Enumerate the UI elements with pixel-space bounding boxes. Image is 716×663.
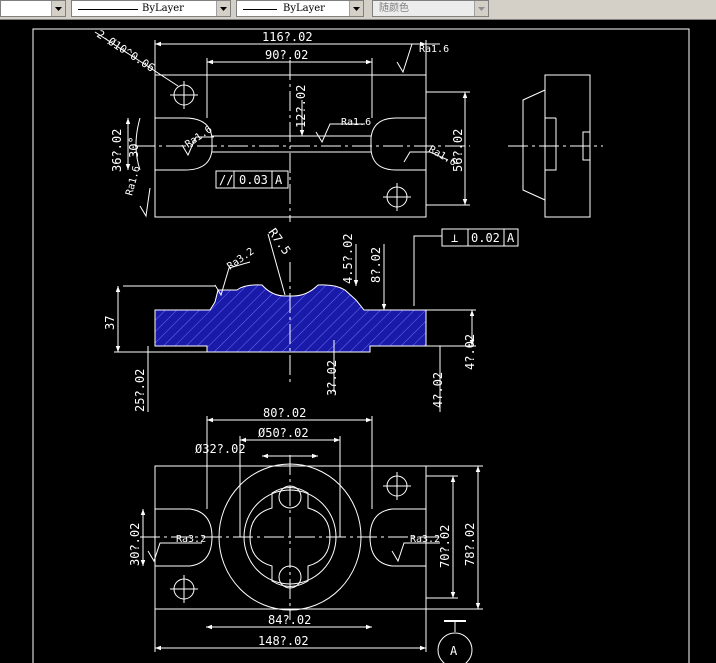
plotstyle-combo[interactable]: 随颜色 [372,0,489,17]
dim-text: 25?.02 [133,369,147,412]
lineweight-combo[interactable]: ByLayer [236,0,364,17]
roughness-text: Ra3.2 [225,246,256,272]
roughness-symbol [391,542,440,563]
dim-text: 3?.02 [325,360,339,396]
drawing-canvas[interactable]: 116?.02 90?.02 12?.02 36?.02 56?.02 30° … [0,20,716,663]
bottom-view-text: 80?.02 Ø50?.02 Ø32?.02 30?.02 70?.02 78?… [128,406,477,658]
hole-callout-text: 2-Ø10^0.06 [94,28,157,75]
roughness-symbol [139,187,151,218]
lineweight-label: ByLayer [283,3,325,14]
dim-text: 4.5?.02 [341,233,355,284]
chevron-down-icon [51,1,65,16]
chevron-down-icon [349,1,363,16]
dim-text: 30° [127,136,141,158]
side-view-slot [545,117,557,171]
chevron-down-icon [474,1,488,16]
dim-text: Ø50?.02 [258,426,309,440]
dim-text: 37 [103,316,117,330]
tolerance-value: 0.02 [471,231,500,245]
left-notch [155,117,213,171]
dim-text: 30?.02 [128,523,142,566]
side-view [508,74,603,218]
dim-text: 116?.02 [262,30,313,44]
dim-text: 70?.02 [438,525,452,568]
properties-toolbar: ByLayer ByLayer 随颜色 [0,0,716,20]
chevron-down-icon [216,1,230,16]
leader-tolerance [413,235,442,306]
lineweight-sample [243,9,277,10]
dim-text: 4?.02 [431,372,445,408]
linetype-sample [78,9,138,10]
dim-text: 80?.02 [263,406,306,420]
dim-text: 36?.02 [110,129,124,172]
tolerance-datum: A [507,231,515,245]
tolerance-symbol: // [219,173,233,187]
linetype-combo[interactable]: ByLayer [71,0,231,17]
roughness-text: Ra1.6 [419,44,449,55]
dim-text: 90?.02 [265,48,308,62]
dim-text: 78?.02 [463,523,477,566]
tolerance-symbol: ⊥ [451,231,458,245]
roughness-text: Ra3.2 [410,534,440,545]
dim-text: 12?.02 [294,85,308,128]
right-notch [370,117,426,171]
datum-label: A [450,644,458,658]
dim-text: 8?.02 [369,247,383,283]
dim-text: Ø32?.02 [195,442,246,456]
roughness-symbol [147,542,202,563]
roughness-text: Ra1.6 [124,165,142,197]
roughness-text: Ra3.2 [176,534,206,545]
tolerance-datum: A [275,173,283,187]
dim-text: 148?.02 [258,634,309,648]
roughness-text: Ra1.6 [341,117,371,128]
tolerance-value: 0.03 [239,173,268,187]
dim-text: 4?.02 [463,334,477,370]
plotstyle-label: 随颜色 [379,3,409,14]
linetype-label: ByLayer [142,3,184,14]
color-combo[interactable] [0,0,66,17]
dim-text: 84?.02 [268,613,311,627]
section-view [114,228,519,412]
